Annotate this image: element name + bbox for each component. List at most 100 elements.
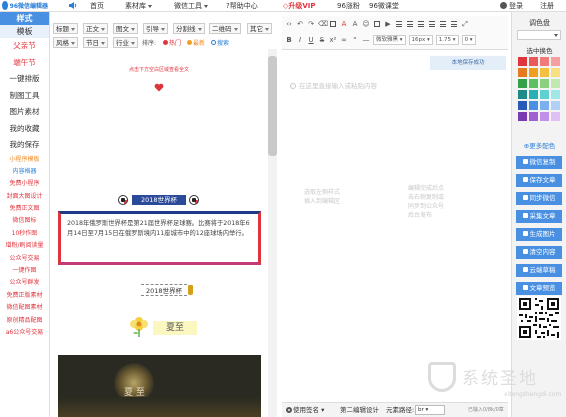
register-link[interactable]: 注册 (540, 1, 554, 11)
color-swatch[interactable] (518, 79, 527, 88)
sidebar-item-fans-reads[interactable]: 增粉/刷阅读量 (0, 240, 49, 252)
style-preview-panel[interactable]: 点击下方空白区域查看全文 2018世界杯 2018年俄罗斯世界杯是第21届世界杯… (51, 49, 267, 417)
filter-image-text[interactable]: 图文 (113, 23, 138, 34)
filter-qrcode[interactable]: 二维码 (209, 23, 241, 34)
worldcup-text-box[interactable]: 2018年俄罗斯世界杯是第21届世界杯足球赛。比赛将于2018年6月14日至7月… (58, 211, 261, 265)
sidebar-item-dragon-boat[interactable]: 端午节 (0, 55, 49, 72)
align-center-icon[interactable] (406, 20, 414, 28)
sync-wechat-button[interactable]: 同步微信 (516, 192, 562, 205)
align-left-icon[interactable] (395, 20, 403, 28)
sidebar-item-free-stock[interactable]: 免费正版素材 (0, 290, 49, 302)
sidebar-item-image-materials[interactable]: 图片素材 (0, 104, 49, 121)
sidebar-item-a6-trade[interactable]: a6公众号交易 (0, 327, 49, 339)
site-logo[interactable]: 96微信编辑器 (2, 0, 48, 11)
color-swatch[interactable] (529, 101, 538, 110)
sidebar-item-original-images[interactable]: 原创精品配图 (0, 315, 49, 327)
color-swatch[interactable] (529, 57, 538, 66)
emoji-icon[interactable]: ☺ (362, 20, 370, 28)
hr-icon[interactable]: — (362, 36, 370, 44)
color-swatch[interactable] (551, 79, 560, 88)
sidebar-item-style[interactable]: 样式 (0, 12, 49, 25)
color-swatch[interactable] (551, 57, 560, 66)
video-icon[interactable]: ▶ (384, 20, 392, 28)
sidebar-item-mini-program-template[interactable]: 小程序模板 (0, 154, 49, 166)
filter-other[interactable]: 其它 (247, 23, 272, 34)
link-icon[interactable]: ∞ (340, 36, 348, 44)
color-swatch[interactable] (518, 90, 527, 99)
image-icon[interactable] (373, 20, 381, 28)
second-edit-link[interactable]: 第二编辑设计 (340, 403, 379, 417)
clear-content-button[interactable]: 清空内容 (516, 246, 562, 259)
sidebar-item-mass-send[interactable]: 公众号群发 (0, 277, 49, 289)
save-article-button[interactable]: 保存文章 (516, 174, 562, 187)
sidebar-item-one-click-layout[interactable]: 一键排版 (0, 71, 49, 88)
style-search[interactable]: 搜索 (211, 39, 229, 48)
eraser-icon[interactable]: ⌫ (318, 20, 328, 28)
redo-icon[interactable]: ↷ (307, 20, 315, 28)
sidebar-item-content-grid[interactable]: 内容格器 (0, 166, 49, 178)
wechat-copy-button[interactable]: 微信复制 (516, 156, 562, 169)
summer-solstice-style[interactable]: 夏至 (123, 315, 203, 345)
sidebar-item-account-trade[interactable]: 公众号交易 (0, 253, 49, 265)
color-swatch[interactable] (518, 101, 527, 110)
summer-photo-style[interactable]: 夏 至 (58, 355, 261, 417)
color-swatch[interactable] (518, 68, 527, 77)
table-icon[interactable] (329, 20, 337, 28)
sidebar-item-saved[interactable]: 我的保存 (0, 137, 49, 154)
nav-materials[interactable]: 素材库 (125, 1, 152, 11)
worldcup-title-style-2[interactable]: 2018世界杯 (139, 284, 195, 296)
nav-home[interactable]: 首页 (90, 1, 104, 11)
strike-icon[interactable]: S (318, 36, 326, 44)
nav-help[interactable]: ?帮助中心 (226, 1, 258, 11)
sidebar-item-one-click-design[interactable]: 一键作图 (0, 265, 49, 277)
generate-image-button[interactable]: 生成图片 (516, 228, 562, 241)
align-right-icon[interactable] (417, 20, 425, 28)
undo-icon[interactable]: ↶ (296, 20, 304, 28)
filter-festival[interactable]: 节日 (83, 37, 108, 48)
filter-title[interactable]: 标题 (53, 23, 78, 34)
color-swatch[interactable] (540, 112, 549, 121)
indent-icon[interactable] (439, 20, 447, 28)
custom-color-picker[interactable] (517, 30, 561, 40)
sort-hot[interactable]: 热门 (163, 39, 181, 48)
fullscreen-icon[interactable]: ⤢ (461, 20, 469, 28)
color-swatch[interactable] (529, 90, 538, 99)
nav-fans[interactable]: 96涨粉 (337, 1, 360, 11)
color-swatch[interactable] (551, 112, 560, 121)
italic-icon[interactable]: I (296, 36, 304, 44)
superscript-icon[interactable]: x² (329, 36, 337, 44)
letter-spacing-select[interactable]: 0 ▾ (461, 35, 476, 45)
color-swatch[interactable] (540, 90, 549, 99)
nav-class[interactable]: 96微课堂 (369, 1, 399, 11)
editor-area[interactable]: 本地保存成功 在这里直接输入或粘贴内容 选取左侧样式 插入到编辑区 编辑完成后点… (282, 50, 508, 402)
sidebar-item-free-body-images[interactable]: 免费正文图 (0, 203, 49, 215)
line-height-select[interactable]: 1.75 ▾ (435, 35, 459, 45)
sidebar-item-template[interactable]: 模板 (0, 25, 49, 38)
color-swatch[interactable] (540, 57, 549, 66)
justify-icon[interactable] (428, 20, 436, 28)
color-swatch[interactable] (551, 101, 560, 110)
color-swatch[interactable] (551, 90, 560, 99)
preview-article-button[interactable]: 文章预览 (516, 282, 562, 295)
color-swatch[interactable] (529, 79, 538, 88)
bold-icon[interactable]: B (285, 36, 293, 44)
login-link[interactable]: 登录 (500, 1, 523, 11)
color-swatch[interactable] (540, 79, 549, 88)
font-family-select[interactable]: 微软雅黑 ▾ (373, 35, 406, 45)
underline-icon[interactable]: U (307, 36, 315, 44)
collect-article-button[interactable]: 采集文章 (516, 210, 562, 223)
nav-wechat-tools[interactable]: 微信工具 (174, 1, 208, 11)
font-color-icon[interactable]: A (340, 20, 348, 28)
signature-button[interactable]: 使用签名 ▾ (286, 403, 324, 417)
filter-style[interactable]: 风格 (53, 37, 78, 48)
color-swatch[interactable] (540, 101, 549, 110)
color-swatch[interactable] (518, 112, 527, 121)
html-source-icon[interactable]: ‹› (285, 20, 293, 28)
sidebar-item-image-tools[interactable]: 制图工具 (0, 88, 49, 105)
color-swatch[interactable] (518, 57, 527, 66)
cloud-draft-button[interactable]: 云端草稿 (516, 264, 562, 277)
color-swatch[interactable] (529, 68, 538, 77)
sort-new[interactable]: 最新 (187, 39, 205, 48)
filter-guide[interactable]: 引导 (143, 23, 168, 34)
list-icon[interactable] (450, 20, 458, 28)
